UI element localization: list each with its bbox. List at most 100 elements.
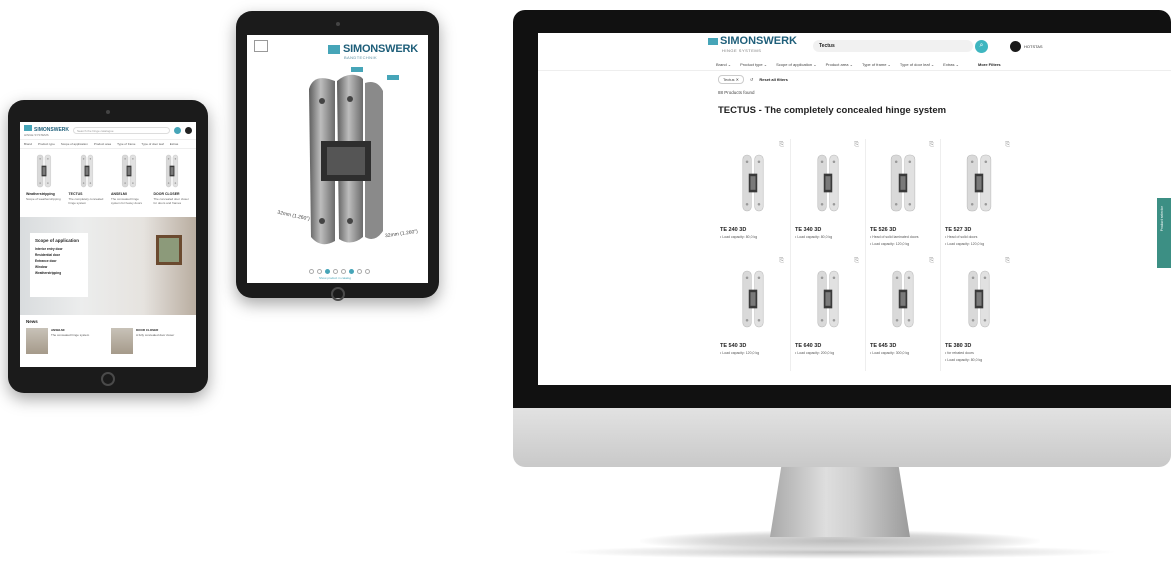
scope-item[interactable]: Entrance door	[35, 259, 83, 263]
right-tablet-screen: SIMONSWERK BANDTECHNIK 32mm (1.260") 32m…	[247, 35, 428, 283]
product-name: TE 527 3D	[945, 227, 972, 233]
logo-icon	[708, 37, 718, 45]
product-spec: • Load capacity: 120,0 kg	[720, 351, 760, 355]
product-image	[795, 259, 861, 339]
news-image	[111, 328, 133, 354]
scope-item[interactable]: Interior entry door	[35, 247, 83, 251]
filter-chip[interactable]: Tectus ✕	[718, 74, 745, 84]
product-card[interactable]: ⎘ TE 340 3D • Load capacity: 80,0 kg	[791, 139, 866, 255]
compare-icon[interactable]: ⎘	[854, 142, 859, 149]
measure-icon[interactable]	[341, 269, 346, 274]
product-card[interactable]: ⎘ TE 526 3D • Head of solid laminated door…	[866, 139, 941, 255]
filter-nav-item[interactable]: Product type	[38, 142, 55, 146]
product-card[interactable]: Weatherstripping Scope of weatherstrippin…	[26, 153, 63, 213]
news-item[interactable]: DOOR CLOSER A fully concealed door closer	[111, 328, 190, 354]
chevron-down-icon: ⌄	[929, 62, 935, 67]
product-selector-tab[interactable]: Product selector	[1157, 198, 1171, 268]
filter-dropdown[interactable]: Type of frame ⌄	[862, 62, 891, 67]
news-item[interactable]: ANSELMI The concealed hinge system	[26, 328, 105, 354]
active-filters: Tectus ✕ ↺ Reset all filters	[538, 71, 1171, 87]
filter-nav-item[interactable]: Product area	[94, 142, 111, 146]
product-image	[111, 153, 148, 189]
explode-icon[interactable]	[349, 269, 354, 274]
compare-icon[interactable]: ⎘	[1005, 142, 1010, 149]
viewer-toolbar	[309, 269, 370, 274]
scope-item[interactable]: Window	[35, 265, 83, 269]
brand-logo[interactable]: SIMONSWERK HINGE SYSTEMS	[24, 124, 69, 137]
product-name: TE 240 3D	[720, 227, 747, 233]
scope-card: Scope of application Interior entry door…	[30, 233, 88, 297]
filter-dropdown[interactable]: Brand ⌄	[716, 62, 731, 67]
3d-hinge-model[interactable]	[291, 71, 401, 251]
product-description: The concealed door closer for doors and …	[153, 197, 189, 205]
brand-logo[interactable]: SIMONSWERK HINGE SYSTEMS	[708, 36, 797, 56]
compare-icon[interactable]: ⎘	[779, 258, 784, 265]
product-spec: • Load capacity: 120,0 kg	[870, 242, 910, 246]
scope-hero: Scope of application Interior entry door…	[20, 217, 196, 315]
product-card[interactable]: ⎘ TE 540 3D • Load capacity: 120,0 kg	[716, 255, 791, 371]
imac-stand	[770, 467, 910, 537]
chevron-down-icon: ⌄	[812, 62, 817, 67]
brand-logo[interactable]: SIMONSWERK BANDTECHNIK	[327, 43, 418, 60]
news-list: ANSELMI The concealed hinge system DOOR CL…	[26, 328, 190, 354]
compare-icon[interactable]: ⎘	[929, 258, 934, 265]
filter-nav-item[interactable]: Scope of application	[61, 142, 88, 146]
product-image	[945, 259, 1012, 339]
more-filters-button[interactable]: More Filters	[978, 62, 1001, 67]
chevron-down-icon: ⌄	[886, 62, 891, 67]
product-card[interactable]: ⎘ TE 380 3D • for rebated doors • Load capa…	[941, 255, 1016, 371]
filter-nav-item[interactable]: Extras	[170, 142, 179, 146]
filter-dropdown[interactable]: Product type ⌄	[740, 62, 767, 67]
reset-filters-link[interactable]: Reset all filters	[759, 77, 787, 82]
product-name: Weatherstripping	[26, 192, 55, 196]
compare-icon[interactable]: ⎘	[854, 258, 859, 265]
product-spec: • Load capacity: 120,0 kg	[945, 242, 985, 246]
3d-view-icon[interactable]	[254, 40, 268, 52]
filter-nav-item[interactable]: Brand	[24, 142, 32, 146]
compare-icon[interactable]: ⎘	[929, 142, 934, 149]
filter-nav-item[interactable]: Type of door leaf	[141, 142, 163, 146]
fullscreen-icon[interactable]	[365, 269, 370, 274]
product-card[interactable]: ⎘ TE 240 3D • Load capacity: 80,0 kg	[716, 139, 791, 255]
news-text: DOOR CLOSER A fully concealed door closer	[136, 328, 174, 354]
user-menu[interactable]: HOTSTAS	[1010, 40, 1043, 52]
search-input[interactable]: Tectus	[813, 40, 973, 52]
scope-item[interactable]: Residential door	[35, 253, 83, 257]
search-input[interactable]: Search the hinge catalogue	[73, 127, 170, 134]
product-card[interactable]: ⎘ TE 527 3D • Head of solid doors • Load ca…	[941, 139, 1016, 255]
compare-icon[interactable]: ⎘	[1005, 258, 1010, 265]
rotate-icon[interactable]	[309, 269, 314, 274]
user-avatar[interactable]	[185, 127, 192, 134]
home-button[interactable]	[330, 287, 345, 301]
product-card[interactable]: ANSELMI The concealed hinge system for he…	[111, 153, 148, 213]
product-card[interactable]: ⎘ TE 640 3D • Load capacity: 200,0 kg	[791, 255, 866, 371]
view-icon[interactable]	[325, 269, 330, 274]
search-button[interactable]	[174, 127, 181, 134]
news-item-title: DOOR CLOSER	[136, 328, 159, 332]
results-count: 88 Products found	[718, 90, 755, 95]
zoom-in-icon[interactable]	[317, 269, 322, 274]
product-card[interactable]: TECTUS The completely concealed hinge sys…	[69, 153, 106, 213]
reset-icon[interactable]	[357, 269, 362, 274]
product-name: DOOR CLOSER	[153, 192, 180, 196]
product-spec: • for rebated doors	[945, 351, 974, 355]
search-button[interactable]: ⌕	[975, 39, 988, 53]
product-name: TE 540 3D	[720, 343, 747, 349]
filter-dropdown[interactable]: Scope of application ⌄	[776, 62, 817, 67]
scope-item[interactable]: Weatherstripping	[35, 271, 83, 275]
catalog-link[interactable]: Show product in catalog	[319, 276, 351, 280]
filter-dropdown[interactable]: Type of door leaf ⌄	[900, 62, 934, 67]
product-spec: • Load capacity: 80,0 kg	[720, 235, 758, 239]
product-card[interactable]: ⎘ TE 645 3D • Load capacity: 300,0 kg	[866, 255, 941, 371]
product-name: ANSELMI	[111, 192, 127, 196]
zoom-out-icon[interactable]	[333, 269, 338, 274]
filter-nav-item[interactable]: Type of frame	[117, 142, 135, 146]
product-card[interactable]: DOOR CLOSER The concealed door closer for…	[154, 153, 191, 213]
product-name: TE 640 3D	[795, 343, 822, 349]
compare-icon[interactable]: ⎘	[779, 142, 784, 149]
user-label: HOTSTAS	[1024, 43, 1043, 49]
filter-dropdown[interactable]: Extras ⌄	[943, 62, 959, 67]
filter-dropdown[interactable]: Product area ⌄	[826, 62, 853, 67]
picture-frame-image	[156, 235, 182, 265]
home-button[interactable]	[101, 372, 115, 386]
